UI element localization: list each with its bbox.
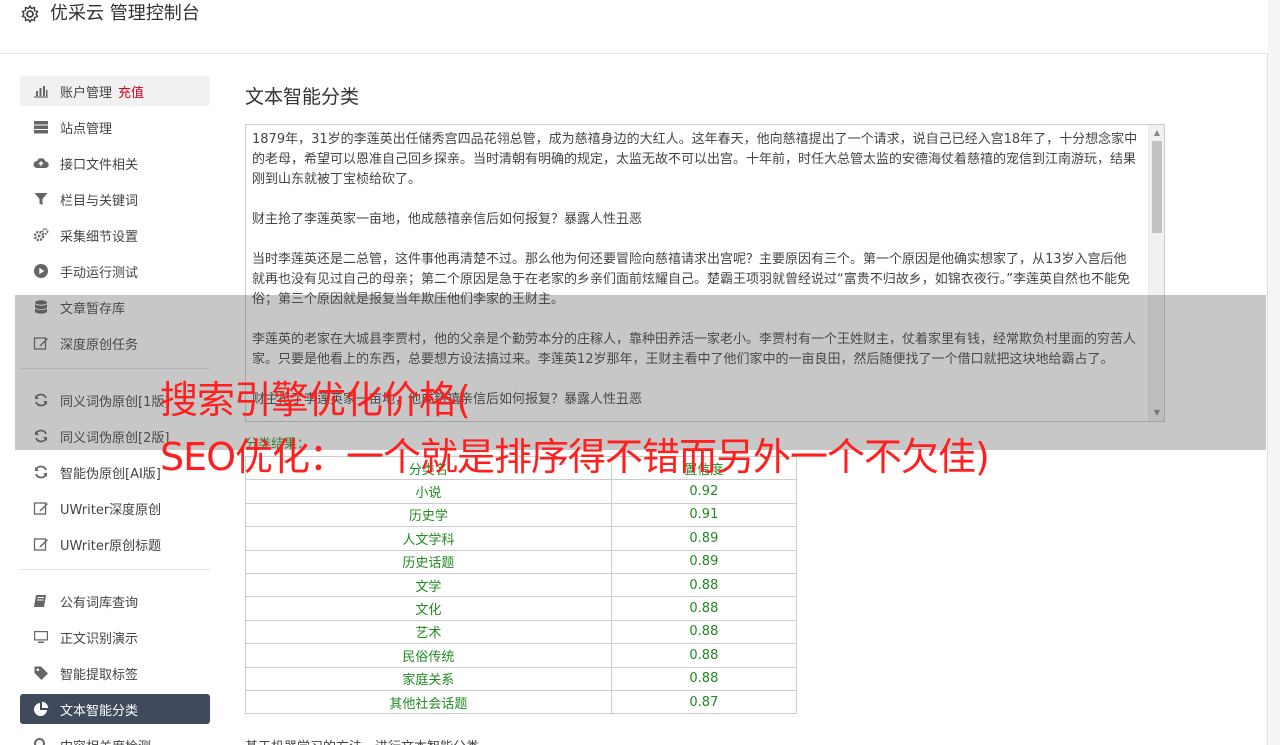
category-cell: 历史话题 [245,549,612,574]
sidebar-item-text-classification[interactable]: 文本智能分类 [20,694,210,724]
category-cell: 文学 [245,572,612,598]
cloud-upload-icon [32,155,50,171]
scroll-up-arrow-icon[interactable]: ▲ [1149,125,1164,141]
sidebar-item-label: 智能提取标签 [60,667,139,683]
table-row: 文化 0.88 [245,596,798,621]
sidebar-item-label: UWriter原创标题 [60,538,162,554]
sidebar-item-label: 栏目与关键词 [60,193,139,209]
confidence-cell: 0.89 [610,549,798,574]
sidebar-item-uwriter-deep[interactable]: UWriter深度原创 [20,493,210,523]
sidebar-item-label: 站点管理 [60,121,113,137]
table-row: 艺术 0.88 [245,619,798,645]
sidebar-item-sites[interactable]: 站点管理 [20,112,210,142]
confidence-cell: 0.88 [610,619,798,645]
tag-icon [32,665,50,681]
sidebar-item-public-lexicon[interactable]: 公有词库查询 [20,586,210,616]
top-bar: 优采云 管理控制台 [0,0,1268,54]
category-cell: 人文学科 [245,526,612,551]
sidebar-item-label: UWriter深度原创 [60,502,162,518]
table-row: 其他社会话题 0.87 [245,689,798,715]
sidebar-item-extract-tags[interactable]: 智能提取标签 [20,658,210,688]
search-icon [32,737,50,745]
bar-chart-icon [32,83,50,99]
table-row: 文学 0.88 [245,572,798,598]
play-circle-icon [32,263,50,279]
window-edge [1268,0,1280,745]
sidebar-item-label: 公有词库查询 [60,595,139,611]
sidebar-item-label: 接口文件相关 [60,157,139,173]
refresh-icon [32,464,50,480]
sidebar-item-relevance-check[interactable]: 内容相关度检测 [20,730,210,745]
category-cell: 家庭关系 [245,666,612,691]
promo-line-1: 搜索引擎优化价格( [160,378,471,422]
sidebar-item-label: 智能伪原创[AI版] [60,466,161,482]
confidence-cell: 0.89 [610,526,798,551]
edit-icon [32,536,50,552]
pie-chart-icon [32,701,50,717]
promo-line-2: SEO优化：一个就是排序得不错而另外一个不欠佳) [160,435,990,479]
sidebar-item-label: 正文识别演示 [60,631,139,647]
sidebar-item-manual-run[interactable]: 手动运行测试 [20,256,210,286]
promo-overlay-text: 搜索引擎优化价格( SEO优化：一个就是排序得不错而另外一个不欠佳) [160,372,990,486]
recharge-link[interactable]: 充值 [118,82,144,101]
confidence-cell: 0.91 [610,502,798,528]
sidebar-item-label: 账户管理 [60,85,113,101]
classification-table: 分类名 置信度 小说 0.92 历史学 0.91 人文学科 0.89 历史话题 0.89… [245,455,798,715]
sidebar-item-label: 采集细节设置 [60,229,139,245]
page-title: 文本智能分类 [245,86,360,108]
edit-icon [32,500,50,516]
table-row: 历史学 0.91 [245,502,798,528]
sidebar-item-body-recognition[interactable]: 正文识别演示 [20,622,210,652]
sidebar-divider [20,569,210,570]
table-row: 家庭关系 0.88 [245,666,798,691]
filter-icon [32,191,50,207]
confidence-cell: 0.88 [610,572,798,598]
sidebar-item-label: 内容相关度检测 [60,736,151,745]
gear-icon[interactable] [20,4,40,24]
confidence-cell: 0.88 [610,596,798,621]
method-note: 基于机器学习的方法，进行文本智能分类。 [245,736,1165,745]
category-cell: 历史学 [245,502,612,528]
sidebar-item-columns-keywords[interactable]: 栏目与关键词 [20,184,210,214]
sidebar-item-uwriter-title[interactable]: UWriter原创标题 [20,529,210,559]
category-cell: 文化 [245,596,612,621]
sidebar-item-account[interactable]: 账户管理 充值 [20,76,210,106]
sidebar-item-label: 手动运行测试 [60,265,139,281]
confidence-cell: 0.88 [610,643,798,668]
scrollbar-thumb[interactable] [1152,141,1162,233]
app-title: 优采云 管理控制台 [50,3,200,24]
table-row: 人文学科 0.89 [245,526,798,551]
table-row: 民俗传统 0.88 [245,643,798,668]
category-cell: 其他社会话题 [245,689,612,715]
sidebar-item-label: 文本智能分类 [60,703,139,719]
confidence-cell: 0.87 [610,689,798,715]
confidence-cell: 0.88 [610,666,798,691]
server-icon [32,119,50,135]
sidebar-item-api-files[interactable]: 接口文件相关 [20,148,210,178]
sidebar-item-collect-settings[interactable]: 采集细节设置 [20,220,210,250]
category-cell: 艺术 [245,619,612,645]
monitor-icon [32,629,50,645]
table-row: 历史话题 0.89 [245,549,798,574]
cogs-icon [32,227,50,243]
book-icon [32,593,50,609]
category-cell: 民俗传统 [245,643,612,668]
